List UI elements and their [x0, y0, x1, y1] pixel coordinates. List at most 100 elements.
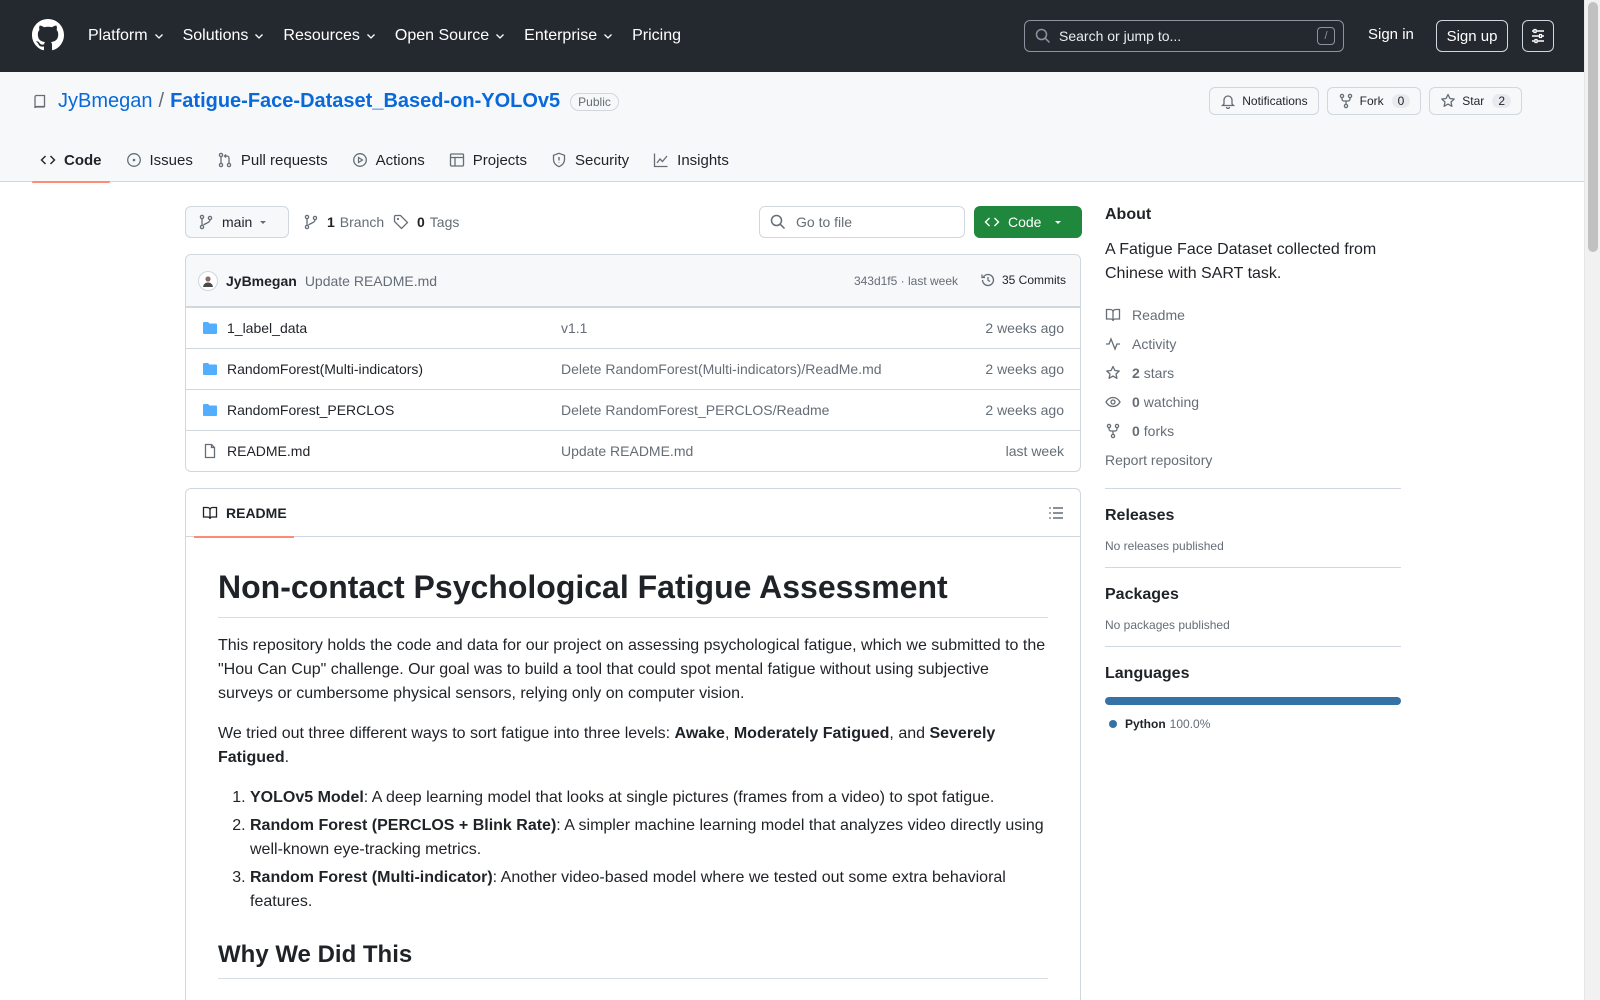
file-row[interactable]: RandomForest_PERCLOS Delete RandomForest…: [186, 389, 1080, 430]
code-icon: [984, 217, 1000, 227]
file-name-link[interactable]: README.md: [227, 443, 310, 459]
forks-label: forks: [1143, 422, 1175, 439]
about-description: A Fatigue Face Dataset collected from Ch…: [1105, 241, 1377, 282]
signup-button[interactable]: Sign up: [1436, 20, 1508, 52]
watchers-link[interactable]: 0 watching: [1105, 387, 1401, 416]
signin-link[interactable]: Sign in: [1368, 26, 1414, 43]
commits-count-label: 35 Commits: [1001, 273, 1066, 287]
star-count: 2: [1492, 94, 1511, 108]
tab-actions[interactable]: Actions: [344, 138, 433, 182]
file-commit-message[interactable]: Update README.md: [561, 443, 693, 459]
nav-enterprise[interactable]: Enterprise: [524, 27, 614, 45]
level-moderate: Moderately Fatigued: [733, 725, 890, 742]
file-commit-message[interactable]: Delete RandomForest(Multi-indicators)/Re…: [561, 361, 882, 377]
tab-label: Actions: [375, 151, 425, 169]
file-row[interactable]: README.md Update README.md last week: [186, 430, 1080, 471]
divider: [1105, 567, 1401, 568]
search-placeholder: Search or jump to...: [1059, 28, 1182, 44]
nav-pricing[interactable]: Pricing: [632, 27, 681, 45]
commit-message-link[interactable]: Update README.md: [305, 273, 437, 289]
chevron-down-icon: [496, 34, 505, 39]
repo-title: JyBmegan / Fatigue-Face-Dataset_Based-on…: [32, 90, 619, 113]
latest-commit-bar: JyBmegan Update README.md 343d1f5 · last…: [186, 255, 1080, 307]
commit-hash-time[interactable]: 343d1f5 · last week: [854, 274, 958, 288]
file-row[interactable]: 1_label_data v1.1 2 weeks ago: [186, 307, 1080, 348]
file-age: 2 weeks ago: [985, 402, 1064, 418]
file-row[interactable]: RandomForest(Multi-indicators) Delete Ra…: [186, 348, 1080, 389]
file-commit-message[interactable]: Delete RandomForest_PERCLOS/Readme: [561, 402, 829, 418]
nav-resources[interactable]: Resources: [283, 27, 376, 45]
commits-history-link[interactable]: 35 Commits: [980, 272, 1066, 288]
tab-pull-requests[interactable]: Pull requests: [209, 138, 336, 182]
avatar[interactable]: [198, 270, 218, 291]
nav-solutions[interactable]: Solutions: [183, 27, 266, 45]
code-icon: [40, 155, 56, 165]
star-label: Star: [1462, 94, 1485, 108]
readme-tab[interactable]: README: [194, 489, 294, 538]
branch-name: main: [222, 214, 253, 230]
vertical-scrollbar[interactable]: [1584, 0, 1600, 1000]
tab-insights[interactable]: Insights: [645, 138, 737, 182]
tab-label: Insights: [677, 151, 729, 169]
file-name-link[interactable]: RandomForest_PERCLOS: [227, 402, 394, 418]
tab-security[interactable]: Security: [543, 138, 637, 182]
outline-list-icon[interactable]: [1048, 505, 1064, 521]
nav-label: Solutions: [182, 27, 249, 44]
branch-select-button[interactable]: main: [185, 206, 289, 238]
tab-code[interactable]: Code: [32, 138, 110, 183]
branch-label: Branch: [339, 214, 385, 230]
file-name-link[interactable]: 1_label_data: [227, 320, 307, 336]
tab-label: Pull requests: [240, 151, 328, 169]
language-name: Python: [1125, 717, 1166, 731]
readme-link-label: Readme: [1132, 306, 1185, 323]
level-awake: Awake: [674, 725, 725, 742]
readme-paragraph: We tried out three different ways to sor…: [218, 722, 1048, 770]
history-icon: [981, 273, 995, 287]
file-name-link[interactable]: RandomForest(Multi-indicators): [227, 361, 423, 377]
search-icon: [770, 214, 786, 230]
activity-link[interactable]: Activity: [1105, 329, 1401, 358]
language-item[interactable]: Python 100.0%: [1105, 717, 1401, 731]
chevron-down-icon: [604, 34, 613, 39]
releases-title[interactable]: Releases: [1105, 507, 1401, 525]
code-button[interactable]: Code: [974, 206, 1082, 238]
readme-link[interactable]: Readme: [1105, 300, 1401, 329]
file-commit-message[interactable]: v1.1: [561, 320, 587, 336]
stars-link[interactable]: 2 stars: [1105, 358, 1401, 387]
nav-platform[interactable]: Platform: [88, 27, 165, 45]
menu-button[interactable]: [1522, 20, 1554, 52]
branches-link[interactable]: 1 Branch: [303, 214, 384, 230]
commit-author-link[interactable]: JyBmegan: [226, 273, 297, 289]
list-item: YOLOv5 Model: A deep learning model that…: [250, 786, 1048, 810]
global-search-input[interactable]: Search or jump to... /: [1024, 20, 1344, 52]
tab-issues[interactable]: Issues: [118, 138, 201, 182]
report-repository-link[interactable]: Report repository: [1105, 445, 1401, 474]
star-button[interactable]: Star 2: [1429, 87, 1522, 115]
repo-owner-link[interactable]: JyBmegan: [58, 90, 153, 113]
scrollbar-thumb[interactable]: [1588, 2, 1598, 252]
nav-open-source[interactable]: Open Source: [395, 27, 506, 45]
fork-button[interactable]: Fork 0: [1326, 87, 1422, 115]
tab-projects[interactable]: Projects: [441, 138, 535, 182]
nav-label: Platform: [88, 27, 148, 44]
repo-name-link[interactable]: Fatigue-Face-Dataset_Based-on-YOLOv5: [170, 90, 560, 113]
language-percent: 100.0%: [1169, 717, 1211, 731]
folder-icon: [203, 322, 217, 334]
tags-link[interactable]: 0 Tags: [393, 214, 459, 230]
caret-down-icon: [260, 221, 266, 224]
go-to-file-input[interactable]: Go to file: [759, 206, 965, 238]
folder-icon: [203, 404, 217, 416]
methods-list: YOLOv5 Model: A deep learning model that…: [218, 786, 1048, 914]
github-logo-icon[interactable]: [32, 19, 64, 51]
file-age: last week: [1005, 443, 1064, 459]
forks-link[interactable]: 0 forks: [1105, 416, 1401, 445]
file-age: 2 weeks ago: [985, 320, 1064, 336]
packages-title[interactable]: Packages: [1105, 586, 1401, 604]
chevron-down-icon: [366, 34, 375, 39]
tag-label: Tags: [429, 214, 460, 230]
branch-icon: [199, 214, 213, 230]
notifications-button[interactable]: Notifications: [1209, 87, 1319, 115]
list-item: Random Forest (Multi-indicator): Another…: [250, 866, 1048, 914]
pulse-icon: [1106, 336, 1120, 351]
text: ,: [724, 725, 734, 742]
